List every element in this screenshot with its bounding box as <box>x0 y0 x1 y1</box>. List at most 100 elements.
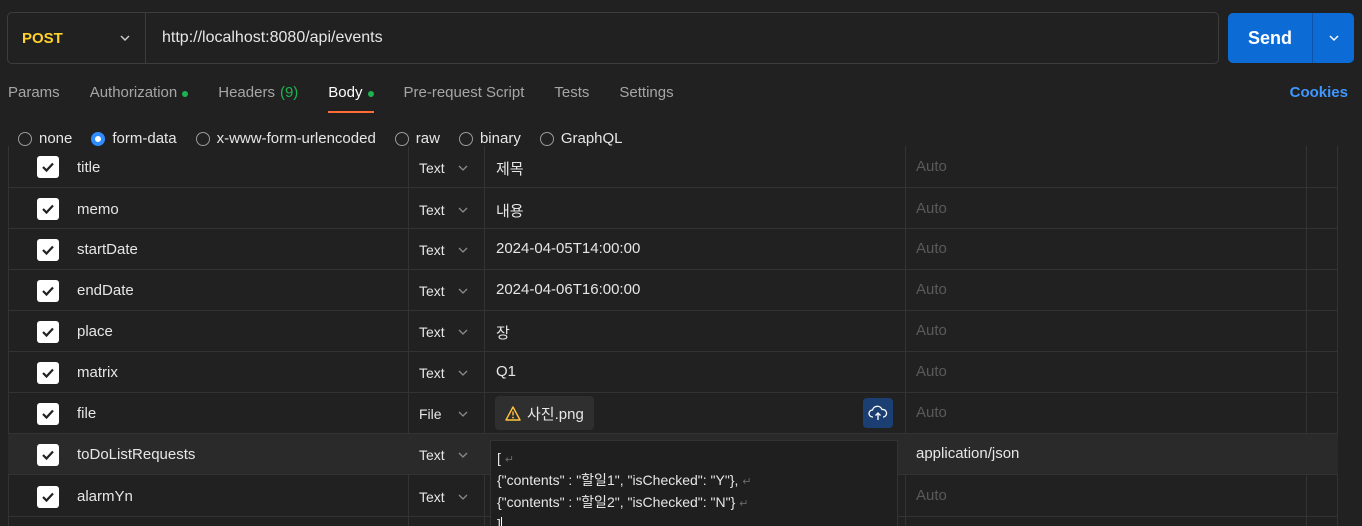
table-row: title Text 제목 Auto <box>8 146 1338 188</box>
type-select[interactable]: File <box>419 406 442 422</box>
newline-marker: ↵ <box>742 476 752 488</box>
value-cell[interactable]: 제목 <box>496 158 524 179</box>
type-select[interactable]: Text <box>419 447 445 463</box>
value-cell[interactable]: 2024-04-05T14:00:00 <box>496 240 640 257</box>
row-checkbox[interactable] <box>37 239 59 261</box>
key-cell[interactable]: matrix <box>77 364 118 381</box>
content-type-cell[interactable]: Auto <box>916 404 947 421</box>
key-cell[interactable]: place <box>77 323 113 340</box>
send-button-group: Send <box>1228 13 1354 63</box>
row-checkbox[interactable] <box>37 321 59 343</box>
key-cell[interactable]: memo <box>77 201 119 218</box>
radio-x-www-form-urlencoded[interactable]: x-www-form-urlencoded <box>195 130 376 147</box>
chevron-down-icon <box>458 288 468 294</box>
row-checkbox[interactable] <box>37 198 59 220</box>
type-select[interactable]: Text <box>419 365 445 381</box>
key-cell[interactable]: startDate <box>77 241 138 258</box>
content-type-cell[interactable]: application/json <box>916 445 1019 462</box>
type-select[interactable]: Text <box>419 324 445 340</box>
tab-label: Authorization <box>89 84 178 101</box>
tab-label: Pre-request Script <box>403 84 525 101</box>
send-button[interactable]: Send <box>1228 13 1312 63</box>
tab-label: Headers <box>218 84 275 101</box>
status-dot <box>182 91 189 97</box>
tab-body[interactable]: Body <box>328 84 374 114</box>
content-type-cell[interactable]: Auto <box>916 363 947 380</box>
tab-label: Settings <box>619 84 674 101</box>
content-type-cell[interactable]: Auto <box>916 487 947 504</box>
radio-selected-icon <box>91 131 106 146</box>
method-select[interactable]: POST <box>8 13 146 63</box>
checkmark-icon <box>42 245 54 256</box>
radio-graphql[interactable]: GraphQL <box>539 130 623 147</box>
tab-params[interactable]: Params <box>8 84 60 114</box>
json-line: [↵ <box>497 448 897 470</box>
value-cell[interactable]: Q1 <box>496 363 516 380</box>
key-cell[interactable]: endDate <box>77 282 134 299</box>
key-cell[interactable]: alarmYn <box>77 488 133 505</box>
tab-pre-request-script[interactable]: Pre-request Script <box>404 84 525 114</box>
table-row: matrix Text Q1 Auto <box>8 352 1338 393</box>
radio-binary[interactable]: binary <box>458 130 521 147</box>
radio-raw[interactable]: raw <box>394 130 440 147</box>
url-input[interactable]: http://localhost:8080/api/events <box>146 29 383 47</box>
key-cell[interactable]: toDoListRequests <box>77 446 195 463</box>
checkmark-icon <box>42 327 54 338</box>
value-cell[interactable]: 장 <box>496 322 510 343</box>
newline-marker: ↵ <box>504 454 515 466</box>
file-chip[interactable]: 사진.png <box>495 396 594 430</box>
url-bar: POST http://localhost:8080/api/events <box>7 12 1219 64</box>
table-row: place Text 장 Auto <box>8 311 1338 352</box>
radio-none[interactable]: none <box>18 130 72 147</box>
row-checkbox[interactable] <box>37 486 59 508</box>
row-checkbox[interactable] <box>37 362 59 384</box>
tab-label: Body <box>328 84 363 101</box>
type-select[interactable]: Text <box>419 283 445 299</box>
checkmark-icon <box>42 286 54 297</box>
content-type-cell[interactable]: Auto <box>916 322 947 339</box>
checkmark-icon <box>42 204 54 215</box>
text-caret <box>500 517 502 526</box>
tab-label: Params <box>8 84 60 101</box>
chevron-down-icon <box>458 411 468 417</box>
type-select[interactable]: Text <box>419 489 445 505</box>
row-checkbox[interactable] <box>37 156 59 178</box>
tab-headers[interactable]: Headers (9) <box>218 84 298 114</box>
radio-label: binary <box>479 130 521 147</box>
row-checkbox[interactable] <box>37 403 59 425</box>
newline-marker: ↵ <box>739 498 749 510</box>
radio-label: form-data <box>112 130 177 147</box>
key-cell[interactable]: file <box>77 405 96 422</box>
radio-icon <box>458 131 473 146</box>
checkmark-icon <box>42 492 54 503</box>
tab-settings[interactable]: Settings <box>619 84 673 114</box>
json-line: {"contents" : "할일2", "isChecked": "N"} ↵ <box>497 492 897 514</box>
checkmark-icon <box>42 409 54 420</box>
content-type-cell[interactable]: Auto <box>916 200 947 217</box>
file-name: 사진.png <box>527 405 584 423</box>
table-row: startDate Text 2024-04-05T14:00:00 Auto <box>8 229 1338 270</box>
value-cell[interactable]: 2024-04-06T16:00:00 <box>496 281 640 298</box>
radio-icon <box>195 131 210 146</box>
type-select[interactable]: Text <box>419 160 445 176</box>
checkmark-icon <box>42 162 54 173</box>
send-options-button[interactable] <box>1313 13 1354 63</box>
tab-tests[interactable]: Tests <box>554 84 589 114</box>
key-cell[interactable]: title <box>77 159 100 176</box>
upload-file-button[interactable] <box>863 398 893 428</box>
row-checkbox[interactable] <box>37 280 59 302</box>
json-value-editor[interactable]: [↵ {"contents" : "할일1", "isChecked": "Y"… <box>490 440 898 526</box>
chevron-down-icon <box>1328 35 1339 42</box>
tab-authorization[interactable]: Authorization <box>90 84 189 114</box>
content-type-cell[interactable]: Auto <box>916 281 947 298</box>
value-cell[interactable]: 내용 <box>496 200 524 221</box>
form-data-table: title Text 제목 Auto memo Text 내용 Auto sta… <box>8 146 1338 526</box>
table-row: endDate Text 2024-04-06T16:00:00 Auto <box>8 270 1338 311</box>
content-type-cell[interactable]: Auto <box>916 240 947 257</box>
content-type-cell[interactable]: Auto <box>916 158 947 175</box>
type-select[interactable]: Text <box>419 242 445 258</box>
radio-form-data[interactable]: form-data <box>91 130 177 147</box>
type-select[interactable]: Text <box>419 202 445 218</box>
row-checkbox[interactable] <box>37 444 59 466</box>
cookies-link[interactable]: Cookies <box>1290 84 1348 101</box>
